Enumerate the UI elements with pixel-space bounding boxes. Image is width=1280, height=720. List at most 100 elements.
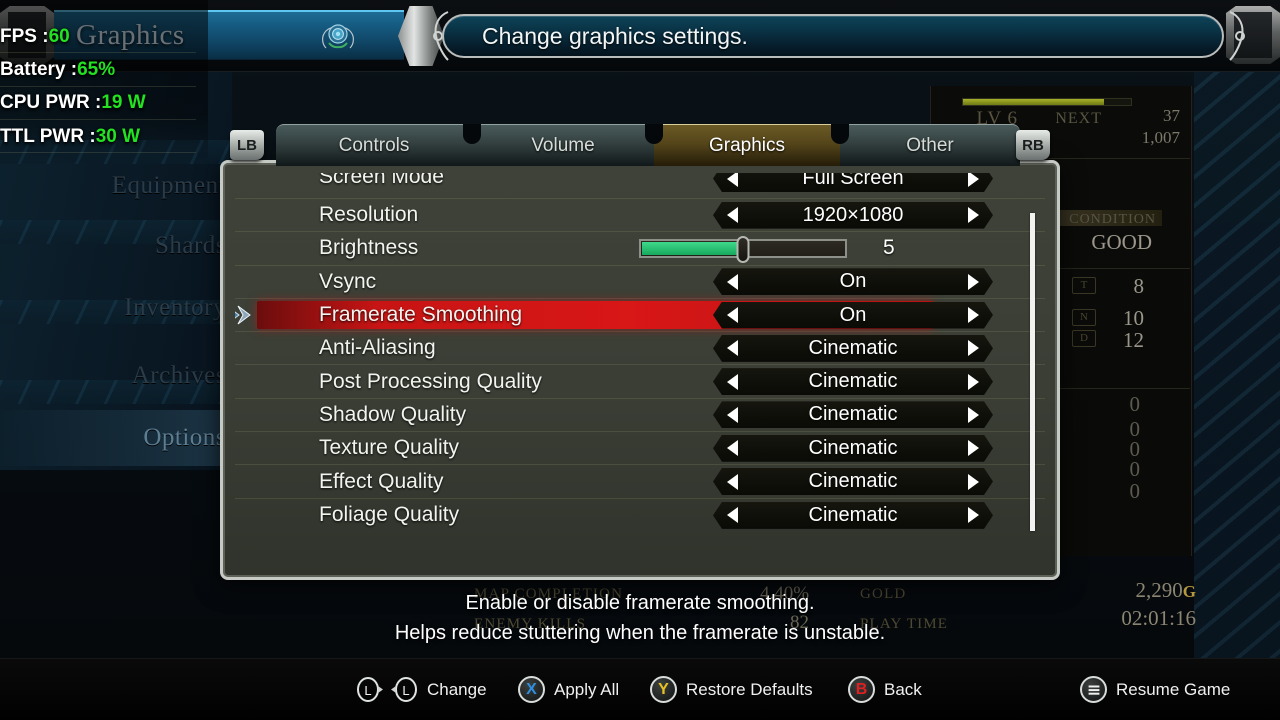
prompt-label: Restore Defaults <box>686 679 813 699</box>
prompt-resume-game[interactable]: Resume Game <box>1080 676 1230 703</box>
setting-label: Screen Mode <box>319 173 444 188</box>
stepper-left-arrow-icon[interactable] <box>727 274 738 290</box>
shoulder-button-rb[interactable]: RB <box>1016 130 1050 160</box>
prompt-apply-all[interactable]: X Apply All <box>518 676 619 703</box>
setting-value-stepper[interactable]: Cinematic <box>713 335 993 362</box>
setting-row-framerate-smoothing[interactable]: Framerate Smoothing On <box>235 299 1045 333</box>
svg-text:L: L <box>402 683 409 698</box>
selection-cursor-icon <box>235 305 251 325</box>
tab-label: Controls <box>338 134 410 156</box>
prompt-label: Resume Game <box>1116 679 1231 699</box>
tab-notch <box>463 124 481 144</box>
b-glyph: B <box>855 680 868 698</box>
stepper-right-arrow-icon[interactable] <box>968 307 979 323</box>
stepper-right-arrow-icon[interactable] <box>968 440 979 456</box>
stepper-right-arrow-icon[interactable] <box>968 207 979 223</box>
setting-row-anti-aliasing[interactable]: Anti-Aliasing Cinematic <box>235 332 1045 366</box>
brightness-slider[interactable] <box>639 235 847 263</box>
stepper-left-arrow-icon[interactable] <box>727 474 738 490</box>
setting-row-vsync[interactable]: Vsync On <box>235 266 1045 299</box>
sidebar-item-options[interactable]: Options <box>0 410 232 466</box>
perf-value: 60 <box>48 25 70 47</box>
y-glyph: Y <box>658 680 669 698</box>
svg-text:L: L <box>364 683 371 698</box>
settings-tab-bar: LB Controls Volume Graphics Other RB <box>220 124 1060 166</box>
setting-value-stepper[interactable]: On <box>713 302 993 329</box>
sidebar-label: Options <box>143 424 226 451</box>
stepper-left-arrow-icon[interactable] <box>727 207 738 223</box>
stepper-right-arrow-icon[interactable] <box>968 340 979 356</box>
setting-value: On <box>839 270 867 293</box>
tooltip-ornament-right <box>1229 11 1245 61</box>
x-button-icon: X <box>518 676 545 703</box>
setting-row-brightness[interactable]: Brightness 5 <box>235 232 1045 266</box>
tab-other[interactable]: Other <box>840 124 1020 166</box>
setting-row-effect-quality[interactable]: Effect Quality Cinematic <box>235 465 1045 499</box>
perf-label: CPU PWR : <box>0 92 102 114</box>
setting-value: Cinematic <box>808 336 898 359</box>
setting-value-stepper[interactable]: Cinematic <box>713 468 993 495</box>
setting-value-stepper[interactable]: Cinematic <box>713 502 993 529</box>
stepper-right-arrow-icon[interactable] <box>968 474 979 490</box>
sidebar-item-inventory[interactable]: Inventory <box>0 280 232 336</box>
perf-row-battery: Battery : 65% <box>0 53 196 87</box>
shoulder-button-lb[interactable]: LB <box>230 130 264 160</box>
stepper-right-arrow-icon[interactable] <box>968 407 979 423</box>
tab-label: Other <box>906 134 954 156</box>
menu-button-icon <box>1080 676 1107 703</box>
stepper-right-arrow-icon[interactable] <box>968 507 979 523</box>
perf-value: 30 W <box>95 125 141 147</box>
stepper-left-arrow-icon[interactable] <box>727 440 738 456</box>
sidebar-label: Equipment <box>111 172 226 199</box>
setting-row-screen-mode[interactable]: Screen Mode Full Screen <box>235 173 1045 199</box>
stepper-left-arrow-icon[interactable] <box>727 340 738 356</box>
prompt-change[interactable]: L L Change <box>356 676 487 703</box>
stepper-left-arrow-icon[interactable] <box>727 307 738 323</box>
setting-label: Post Processing Quality <box>319 369 542 393</box>
setting-label: Shadow Quality <box>319 402 467 426</box>
setting-value-stepper[interactable]: 1920×1080 <box>713 202 993 229</box>
setting-row-texture-quality[interactable]: Texture Quality Cinematic <box>235 432 1045 466</box>
setting-value-stepper[interactable]: Cinematic <box>713 435 993 462</box>
slider-handle[interactable] <box>736 235 750 263</box>
settings-scrollbar[interactable] <box>1030 213 1035 531</box>
stepper-left-arrow-icon[interactable] <box>727 507 738 523</box>
sidebar-item-shards[interactable]: Shards <box>0 218 232 274</box>
sidebar-item-archives[interactable]: Archives <box>0 348 232 404</box>
stepper-right-arrow-icon[interactable] <box>968 274 979 290</box>
button-prompt-bar: L L Change X Apply All Y Restore Default… <box>0 658 1280 720</box>
tab-volume[interactable]: Volume <box>472 124 654 166</box>
setting-row-foliage-quality[interactable]: Foliage Quality Cinematic <box>235 499 1045 532</box>
hamburger-icon <box>1088 685 1099 695</box>
tab-graphics[interactable]: Graphics <box>654 124 840 166</box>
tab-label: Graphics <box>708 134 786 156</box>
tab-notch <box>831 124 849 144</box>
setting-row-shadow-quality[interactable]: Shadow Quality Cinematic <box>235 399 1045 433</box>
sidebar-item-equipment[interactable]: Equipment <box>0 158 232 214</box>
setting-row-post-processing-quality[interactable]: Post Processing Quality Cinematic <box>235 365 1045 399</box>
stat-tag: T <box>1072 277 1096 294</box>
exp-value: 1,007 <box>1141 128 1180 147</box>
x-glyph: X <box>526 680 537 698</box>
setting-value-stepper[interactable]: Full Screen <box>713 173 993 192</box>
stepper-left-arrow-icon[interactable] <box>727 407 738 423</box>
setting-value-stepper[interactable]: Cinematic <box>713 368 993 395</box>
perf-label: Battery : <box>0 58 78 80</box>
stepper-left-arrow-icon[interactable] <box>727 173 738 187</box>
setting-value-stepper[interactable]: Cinematic <box>713 401 993 428</box>
tab-controls[interactable]: Controls <box>276 124 472 166</box>
setting-value-stepper[interactable]: On <box>713 268 993 295</box>
stepper-left-arrow-icon[interactable] <box>727 374 738 390</box>
stepper-right-arrow-icon[interactable] <box>968 374 979 390</box>
prompt-restore-defaults[interactable]: Y Restore Defaults <box>650 676 813 703</box>
perf-label: FPS : <box>0 25 49 47</box>
stat-tag: N <box>1072 309 1096 326</box>
prompt-back[interactable]: B Back <box>848 676 922 703</box>
stepper-right-arrow-icon[interactable] <box>968 173 979 187</box>
stat-zero: 0 <box>1129 392 1141 416</box>
setting-label: Resolution <box>319 203 419 227</box>
condition-value: GOOD <box>1091 230 1152 254</box>
tab-notch <box>645 124 663 144</box>
setting-label: Anti-Aliasing <box>319 336 436 360</box>
setting-row-resolution[interactable]: Resolution 1920×1080 <box>235 199 1045 233</box>
